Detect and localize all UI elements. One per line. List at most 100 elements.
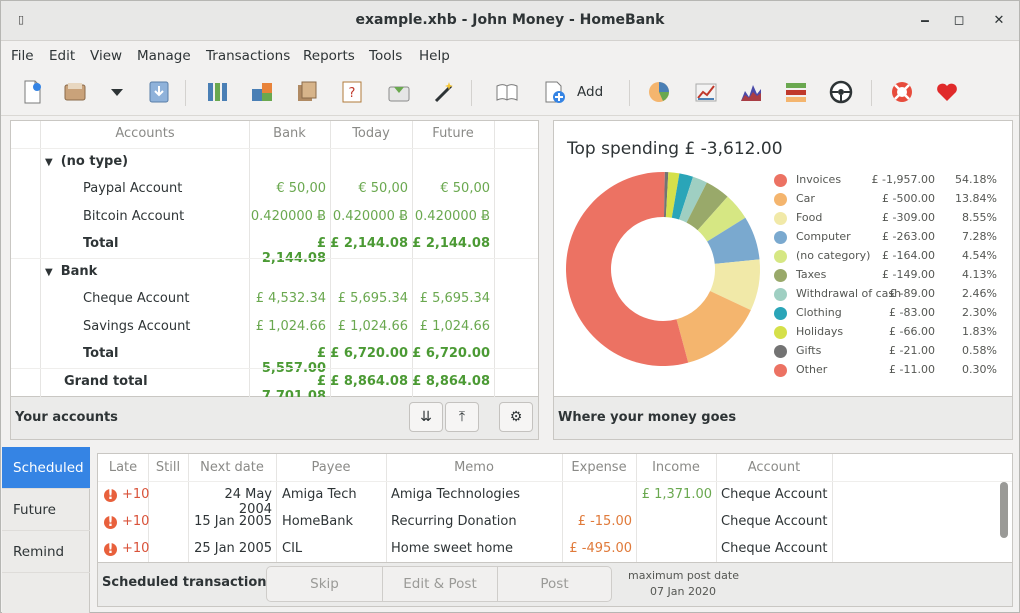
vehicle-cost-icon[interactable] bbox=[828, 79, 856, 105]
sort-up-icon[interactable]: ⤒ bbox=[445, 402, 479, 432]
legend-item: (no category) £ -164.00 4.54% bbox=[771, 248, 1020, 267]
tab-future[interactable]: Future bbox=[2, 489, 90, 531]
toolbar-separator bbox=[871, 80, 872, 106]
spending-donut-chart[interactable] bbox=[563, 169, 763, 369]
legend-percent: 2.46% bbox=[962, 287, 997, 300]
help-icon[interactable] bbox=[889, 79, 917, 105]
col-still[interactable]: Still bbox=[148, 460, 188, 475]
menu-manage[interactable]: Manage bbox=[137, 48, 191, 64]
total-label: Total bbox=[83, 236, 119, 251]
col-income[interactable]: Income bbox=[636, 460, 716, 475]
future-total: £ 6,720.00 bbox=[412, 346, 490, 361]
categories-icon[interactable] bbox=[294, 79, 322, 105]
col-expense[interactable]: Expense bbox=[562, 460, 636, 475]
add-transaction-icon[interactable] bbox=[541, 79, 569, 105]
col-next-date[interactable]: Next date bbox=[188, 460, 276, 475]
menu-edit[interactable]: Edit bbox=[49, 48, 75, 64]
col-bank[interactable]: Bank bbox=[249, 126, 330, 141]
post-button[interactable]: Post bbox=[497, 566, 612, 602]
legend-percent: 0.58% bbox=[962, 344, 997, 357]
today-amount: £ 5,695.34 bbox=[337, 291, 408, 306]
account-row[interactable]: Paypal Account € 50,00 € 50,00 € 50,00 bbox=[11, 176, 538, 203]
menu-reports[interactable]: Reports bbox=[303, 48, 355, 64]
balance-icon[interactable] bbox=[738, 79, 766, 105]
col-account[interactable]: Account bbox=[716, 460, 832, 475]
budget-report-icon[interactable] bbox=[783, 79, 811, 105]
legend-item: Gifts £ -21.00 0.58% bbox=[771, 343, 1020, 362]
legend-item: Invoices £ -1,957.00 54.18% bbox=[771, 172, 1020, 191]
legend-amount: £ -21.00 bbox=[889, 344, 935, 357]
menu-help[interactable]: Help bbox=[419, 48, 450, 64]
legend-percent: 4.54% bbox=[962, 249, 997, 262]
new-file-icon[interactable] bbox=[19, 79, 47, 105]
col-memo[interactable]: Memo bbox=[386, 460, 562, 475]
toolbar: ? Add bbox=[1, 70, 1019, 116]
trend-icon[interactable] bbox=[693, 79, 721, 105]
legend-percent: 8.55% bbox=[962, 211, 997, 224]
account-row[interactable]: Savings Account £ 1,024.66 £ 1,024.66 £ … bbox=[11, 314, 538, 341]
expense: £ -495.00 bbox=[569, 541, 632, 556]
gear-icon[interactable]: ⚙ bbox=[499, 402, 533, 432]
legend-amount: £ -309.00 bbox=[882, 211, 935, 224]
close-button[interactable]: ✕ bbox=[989, 11, 1009, 31]
expander-icon[interactable]: ▼ bbox=[45, 267, 53, 278]
account: Cheque Account bbox=[721, 514, 828, 529]
svg-text:?: ? bbox=[349, 86, 356, 101]
account-group-row[interactable]: ▼ (no type) bbox=[11, 149, 538, 176]
accounts-panel: Accounts Bank Today Future ▼ (no type) Pa… bbox=[10, 120, 539, 404]
accounts-footer: Your accounts ⇊ ⤒ ⚙ bbox=[10, 397, 539, 440]
menu-tools[interactable]: Tools bbox=[369, 48, 402, 64]
total-label: Total bbox=[83, 346, 119, 361]
expander-icon[interactable]: ▼ bbox=[45, 157, 53, 168]
sort-down-icon[interactable]: ⇊ bbox=[409, 402, 443, 432]
scheduled-row[interactable]: ! +10 25 Jan 2005 CIL Home sweet home £ … bbox=[98, 536, 1012, 563]
account-name: Cheque Account bbox=[83, 291, 190, 306]
bank-amount: £ 4,532.34 bbox=[255, 291, 326, 306]
payees-icon[interactable] bbox=[249, 79, 277, 105]
tab-scheduled[interactable]: Scheduled bbox=[2, 447, 90, 489]
grand-total-label: Grand total bbox=[64, 374, 148, 389]
bank-amount: 0.420000 Ƀ bbox=[250, 209, 326, 224]
menu-transactions[interactable]: Transactions bbox=[206, 48, 290, 64]
assistant-icon[interactable] bbox=[431, 79, 459, 105]
open-file-icon[interactable] bbox=[62, 79, 90, 105]
col-today[interactable]: Today bbox=[330, 126, 412, 141]
statistics-icon[interactable] bbox=[646, 79, 674, 105]
account-group-row[interactable]: ▼ Bank bbox=[11, 259, 538, 286]
skip-button[interactable]: Skip bbox=[266, 566, 383, 602]
maximize-button[interactable]: ◻ bbox=[949, 11, 969, 31]
group-label: ▼ Bank bbox=[45, 264, 98, 279]
account: Cheque Account bbox=[721, 487, 828, 502]
col-payee[interactable]: Payee bbox=[276, 460, 386, 475]
col-accounts[interactable]: Accounts bbox=[41, 126, 249, 141]
scheduled-row[interactable]: ! +10 24 May 2004 Amiga Tech Amiga Techn… bbox=[98, 482, 1012, 517]
menu-file[interactable]: File bbox=[11, 48, 34, 64]
tab-remind[interactable]: Remind bbox=[2, 531, 90, 573]
col-future[interactable]: Future bbox=[412, 126, 494, 141]
donate-icon[interactable] bbox=[934, 79, 962, 105]
budget-icon[interactable]: ? bbox=[339, 79, 367, 105]
accounts-icon[interactable] bbox=[205, 79, 233, 105]
max-post-label: maximum post date bbox=[628, 569, 739, 582]
account-row[interactable]: Cheque Account £ 4,532.34 £ 5,695.34 £ 5… bbox=[11, 286, 538, 313]
menu-view[interactable]: View bbox=[90, 48, 122, 64]
account-row[interactable]: Bitcoin Account 0.420000 Ƀ 0.420000 Ƀ 0.… bbox=[11, 204, 538, 231]
scrollbar-thumb[interactable] bbox=[1000, 482, 1008, 538]
col-late[interactable]: Late bbox=[98, 460, 148, 475]
scheduled-row[interactable]: ! +10 15 Jan 2005 HomeBank Recurring Don… bbox=[98, 509, 1012, 536]
minimize-button[interactable]: 🗕 bbox=[915, 11, 935, 31]
legend-item: Taxes £ -149.00 4.13% bbox=[771, 267, 1020, 286]
today-amount: € 50,00 bbox=[358, 181, 408, 196]
legend-percent: 13.84% bbox=[955, 192, 997, 205]
show-transactions-icon[interactable] bbox=[494, 79, 522, 105]
account-name: Paypal Account bbox=[83, 181, 183, 196]
recent-dropdown-icon[interactable] bbox=[104, 79, 132, 105]
next-date: 25 Jan 2005 bbox=[194, 541, 272, 556]
edit-post-button[interactable]: Edit & Post bbox=[382, 566, 498, 602]
save-icon[interactable] bbox=[146, 79, 174, 105]
total-row: Total £ 2,144.08 £ 2,144.08 £ 2,144.08 bbox=[11, 231, 538, 266]
import-icon[interactable] bbox=[386, 79, 414, 105]
add-label[interactable]: Add bbox=[577, 84, 603, 100]
payee: Amiga Tech bbox=[282, 487, 357, 502]
scheduled-footer-label: Scheduled transactions bbox=[102, 575, 275, 590]
